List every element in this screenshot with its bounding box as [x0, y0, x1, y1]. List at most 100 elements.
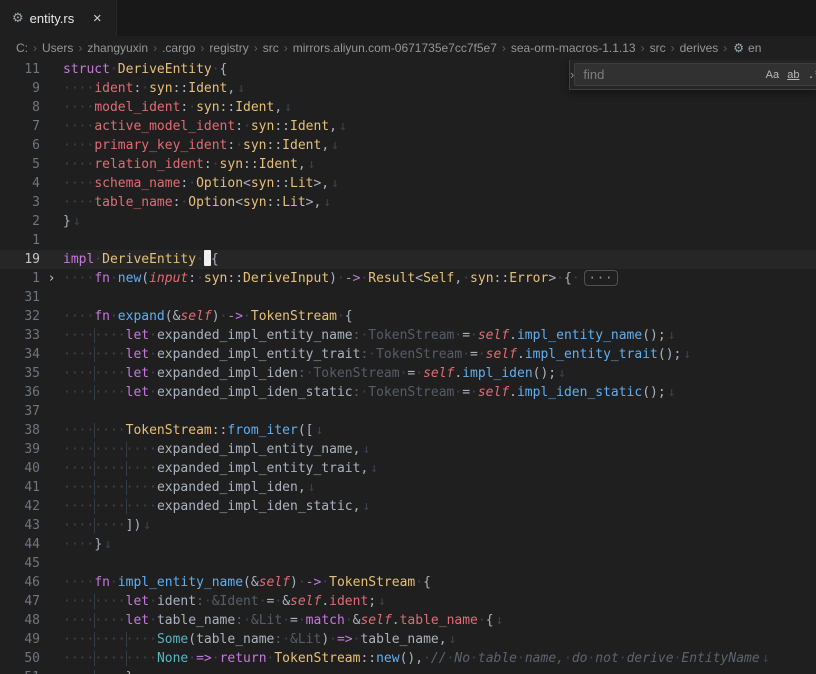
line-number[interactable]: 49	[0, 630, 40, 649]
find-input-box[interactable]: Aaab.*	[574, 63, 816, 86]
code-line[interactable]: 32····fn·expand(&self)·->·TokenStream·{	[0, 307, 816, 326]
code-line[interactable]: 6····primary_key_ident:·syn::Ident,↓	[0, 136, 816, 155]
line-number[interactable]: 6	[0, 136, 40, 155]
code-text	[63, 288, 816, 307]
line-number[interactable]: 36	[0, 383, 40, 402]
breadcrumb-item[interactable]: en	[748, 41, 761, 55]
code-line[interactable]: 44····}↓	[0, 535, 816, 554]
code-line[interactable]: 43········])↓	[0, 516, 816, 535]
code-line[interactable]: 36········let·expanded_impl_iden_static:…	[0, 383, 816, 402]
code-text: ····model_ident:·syn::Ident,↓	[63, 98, 816, 117]
code-line[interactable]: 8 ····model_ident:·syn::Ident,↓	[0, 98, 816, 117]
line-number[interactable]: 50	[0, 649, 40, 668]
fold-column	[40, 98, 63, 117]
breadcrumb-separator: ›	[637, 41, 649, 55]
line-number[interactable]: 37	[0, 402, 40, 421]
fold-column	[40, 288, 63, 307]
breadcrumb-item[interactable]: registry	[208, 41, 249, 55]
breadcrumb-item[interactable]: derives	[679, 41, 720, 55]
line-number[interactable]: 40	[0, 459, 40, 478]
line-number[interactable]: 5	[0, 155, 40, 174]
line-number[interactable]: 31	[0, 288, 40, 307]
breadcrumb-item[interactable]: .cargo	[161, 41, 196, 55]
regex-toggle[interactable]: .*	[804, 65, 816, 84]
close-icon[interactable]: ×	[88, 9, 106, 27]
line-number[interactable]: 11	[0, 60, 40, 79]
breadcrumb-separator: ›	[719, 41, 731, 55]
line-number[interactable]: 8	[0, 98, 40, 117]
code-line[interactable]: 49············Some(table_name:·&Lit)·=>·…	[0, 630, 816, 649]
line-number[interactable]: 19	[0, 250, 40, 269]
line-number[interactable]: 7	[0, 117, 40, 136]
folded-code-indicator[interactable]: ···	[584, 270, 619, 286]
code-line[interactable]: 41············expanded_impl_iden,↓	[0, 478, 816, 497]
editor[interactable]: 11struct·DeriveEntity·{9····ident:·syn::…	[0, 60, 816, 674]
code-line[interactable]: 46····fn·impl_entity_name(&self)·->·Toke…	[0, 573, 816, 592]
code-text: ········let·ident:·&Ident·=·&self.ident;…	[63, 592, 816, 611]
line-number[interactable]: 42	[0, 497, 40, 516]
code-line[interactable]: 2 }↓	[0, 212, 816, 231]
breadcrumb-item[interactable]: src	[262, 41, 280, 55]
line-number[interactable]: 45	[0, 554, 40, 573]
line-number[interactable]: 44	[0, 535, 40, 554]
code-line[interactable]: 5····relation_ident:·syn::Ident,↓	[0, 155, 816, 174]
code-line[interactable]: 38········TokenStream::from_iter([↓	[0, 421, 816, 440]
line-number[interactable]: 38	[0, 421, 40, 440]
line-number[interactable]: 33	[0, 326, 40, 345]
code-line[interactable]: 1	[0, 231, 816, 250]
line-number[interactable]: 41	[0, 478, 40, 497]
line-number[interactable]: 47	[0, 592, 40, 611]
line-number[interactable]: 46	[0, 573, 40, 592]
code-line[interactable]: 48········let·table_name:·&Lit·=·match·&…	[0, 611, 816, 630]
fold-column	[40, 193, 63, 212]
fold-chevron-icon[interactable]: ›	[40, 269, 63, 288]
breadcrumb-item[interactable]: sea-orm-macros-1.1.13	[510, 41, 637, 55]
code-line[interactable]: 40············expanded_impl_entity_trait…	[0, 459, 816, 478]
code-line[interactable]: 45	[0, 554, 816, 573]
fold-column	[40, 79, 63, 98]
line-number[interactable]: 34	[0, 345, 40, 364]
code-text: ········let·expanded_impl_entity_name:·T…	[63, 326, 816, 345]
breadcrumb-item[interactable]: C:	[15, 41, 29, 55]
code-line[interactable]: 31	[0, 288, 816, 307]
line-number[interactable]: 51	[0, 668, 40, 674]
code-line[interactable]: 4····schema_name:·Option<syn::Lit>,↓	[0, 174, 816, 193]
code-line[interactable]: 42············expanded_impl_iden_static,…	[0, 497, 816, 516]
line-number[interactable]: 3	[0, 193, 40, 212]
breadcrumb-item[interactable]: mirrors.aliyun.com-0671735e7cc7f5e7	[292, 41, 498, 55]
line-number[interactable]: 2	[0, 212, 40, 231]
line-number[interactable]: 4	[0, 174, 40, 193]
code-line[interactable]: 50············None·=>·return·TokenStream…	[0, 649, 816, 668]
tab-entity-rs[interactable]: ⚙ entity.rs ×	[0, 0, 117, 36]
breadcrumb-item[interactable]: Users	[41, 41, 74, 55]
code-line[interactable]: 39············expanded_impl_entity_name,…	[0, 440, 816, 459]
breadcrumb-item[interactable]: zhangyuxin	[86, 41, 149, 55]
code-line[interactable]: 1›····fn·new(input:·syn::DeriveInput)·->…	[0, 269, 816, 288]
code-line[interactable]: 47 ········let·ident:·&Ident·=·&self.iden…	[0, 592, 816, 611]
whole-word-toggle[interactable]: ab	[783, 65, 803, 84]
match-case-toggle[interactable]: Aa	[762, 65, 782, 84]
code-line[interactable]: 3····table_name:·Option<syn::Lit>,↓	[0, 193, 816, 212]
code-line[interactable]: 37	[0, 402, 816, 421]
code-line[interactable]: 19impl·DeriveEntity·{	[0, 250, 816, 269]
breadcrumb-item[interactable]: src	[649, 41, 667, 55]
code-text: }↓	[63, 212, 816, 231]
fold-column	[40, 535, 63, 554]
line-number[interactable]: 32	[0, 307, 40, 326]
code-line[interactable]: 51········};	[0, 668, 816, 674]
code-text: ········let·expanded_impl_entity_trait:·…	[63, 345, 816, 364]
line-number[interactable]: 43	[0, 516, 40, 535]
eol-arrow-icon: ↓	[370, 461, 378, 476]
code-line[interactable]: 34 ········let·expanded_impl_entity_trait…	[0, 345, 816, 364]
find-input[interactable]	[581, 66, 761, 83]
code-line[interactable]: 33 ········let·expanded_impl_entity_name:…	[0, 326, 816, 345]
line-number[interactable]: 9	[0, 79, 40, 98]
breadcrumb-separator: ›	[280, 41, 292, 55]
line-number[interactable]: 1	[0, 231, 40, 250]
line-number[interactable]: 1	[0, 269, 40, 288]
line-number[interactable]: 39	[0, 440, 40, 459]
line-number[interactable]: 35	[0, 364, 40, 383]
code-line[interactable]: 7····active_model_ident:·syn::Ident,↓	[0, 117, 816, 136]
code-line[interactable]: 35········let·expanded_impl_iden:·TokenS…	[0, 364, 816, 383]
line-number[interactable]: 48	[0, 611, 40, 630]
